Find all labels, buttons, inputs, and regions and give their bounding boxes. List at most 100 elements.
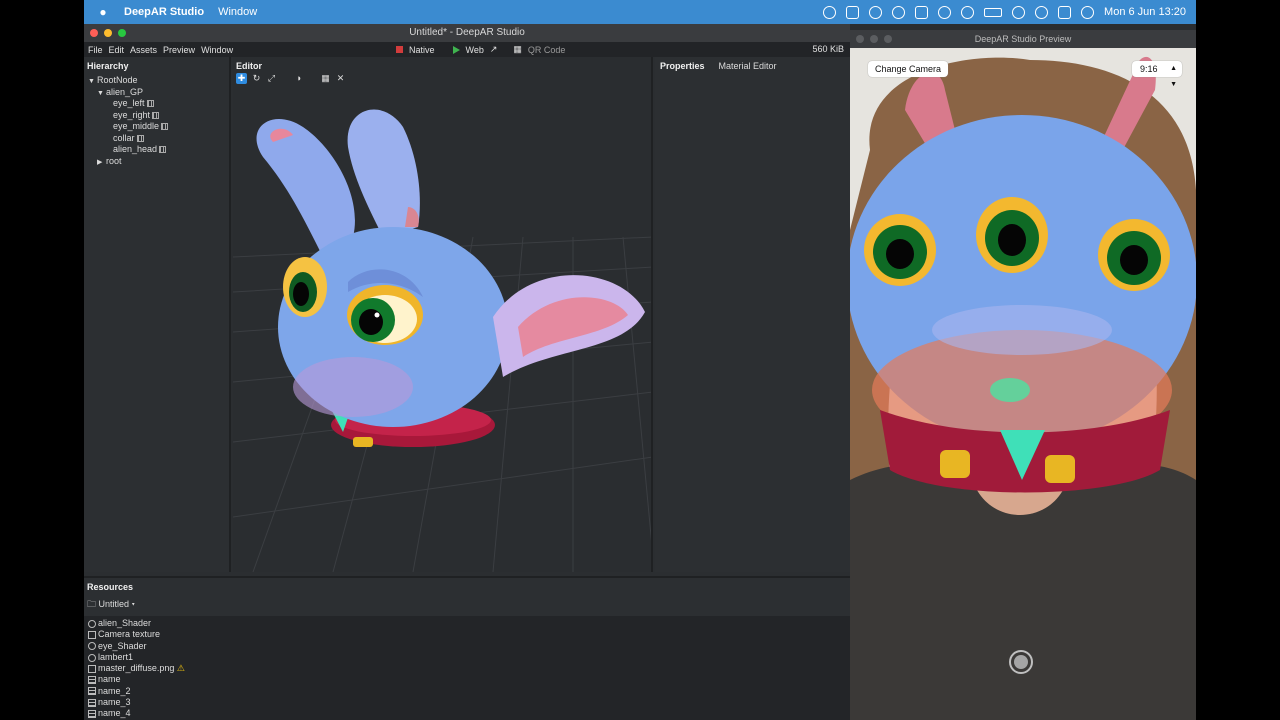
resource-item[interactable]: eye_Shader [84, 641, 850, 652]
tree-node-eye-left[interactable]: eye_left [88, 98, 229, 110]
studio-window: Untitled* - DeepAR Studio File Edit Asse… [84, 24, 850, 720]
image-icon [88, 664, 96, 673]
scale-tool-icon[interactable]: ⤢ [266, 73, 277, 84]
siri-icon[interactable] [1081, 5, 1095, 19]
folder-icon [88, 630, 96, 639]
alien-model[interactable] [256, 109, 645, 447]
close-icon[interactable] [90, 29, 98, 37]
bluetooth-icon[interactable] [961, 5, 975, 19]
play-icon[interactable] [452, 45, 460, 54]
grid-icon[interactable]: ▦ [320, 73, 331, 84]
tree-label: collar [113, 132, 135, 143]
wifi-icon[interactable] [1012, 5, 1026, 19]
resource-label: master_diffuse.png [98, 663, 175, 674]
cloud-icon[interactable] [846, 5, 860, 19]
traffic-lights [90, 29, 126, 37]
menu-file[interactable]: File [88, 45, 103, 55]
tree-label: eye_left [113, 98, 145, 108]
desktop-screen: ● DeepAR Studio Window Mon 6 Jun 13:20 U… [84, 0, 1196, 720]
resources-list: alien_Shader Camera texture eye_Shader l… [84, 616, 850, 720]
native-button[interactable]: Native [409, 45, 435, 55]
status-area: Mon 6 Jun 13:20 [823, 0, 1186, 24]
resource-item[interactable]: Camera texture [84, 629, 850, 640]
macos-menubar: ● DeepAR Studio Window Mon 6 Jun 13:20 [84, 0, 1196, 24]
capture-button[interactable] [1009, 650, 1033, 674]
tree-node-alien-head[interactable]: alien_head [88, 144, 229, 156]
move-tool-icon[interactable]: ✚ [236, 73, 247, 84]
resource-item[interactable]: name_4 [84, 708, 850, 719]
menu-assets[interactable]: Assets [130, 45, 157, 55]
brightness-icon[interactable] [938, 5, 952, 19]
menubar-clock[interactable]: Mon 6 Jun 13:20 [1104, 6, 1186, 18]
mesh-icon [88, 687, 96, 696]
mesh-icon [88, 710, 96, 718]
eye-icon[interactable] [892, 5, 906, 19]
aspect-ratio-value: 9:16 [1140, 64, 1158, 74]
app-menubar: File Edit Assets Preview Window Native W… [84, 42, 850, 57]
resource-item[interactable]: name_2 [84, 686, 850, 697]
menubar-app-name[interactable]: DeepAR Studio [124, 6, 204, 18]
tree-node-collar[interactable]: collar [88, 133, 229, 145]
apple-menu-icon[interactable]: ● [96, 5, 110, 19]
minimize-icon[interactable] [870, 35, 878, 43]
control-center-icon[interactable] [1058, 5, 1072, 19]
battery-icon[interactable] [984, 7, 1003, 17]
web-button[interactable]: Web [466, 45, 484, 55]
preview-window: DeepAR Studio Preview Change Camera 9:16… [850, 30, 1196, 720]
stop-icon[interactable] [396, 46, 403, 53]
menubar-window[interactable]: Window [218, 6, 257, 18]
tab-properties[interactable]: Properties [660, 61, 705, 71]
external-link-icon[interactable]: ↗ [490, 44, 498, 55]
qr-code-button[interactable]: QR Code [528, 45, 566, 55]
aspect-ratio-select[interactable]: 9:16 ▲ ▼ [1132, 61, 1182, 88]
display-icon[interactable] [915, 5, 929, 19]
resource-item[interactable]: master_diffuse.png ⚠ [84, 663, 850, 674]
menu-edit[interactable]: Edit [109, 45, 125, 55]
mesh-icon [88, 698, 96, 707]
zoom-icon[interactable] [884, 35, 892, 43]
record-icon[interactable] [823, 5, 837, 19]
mesh-icon [88, 676, 96, 685]
menu-window[interactable]: Window [201, 45, 233, 55]
rotate-tool-icon[interactable]: ↻ [251, 73, 262, 84]
resource-item[interactable]: name [84, 674, 850, 685]
resource-label: Camera texture [98, 629, 161, 640]
project-size: 560 KiB [812, 44, 844, 54]
resources-panel: Resources 🗀 Untitled ▾ alien_Shader Came… [84, 576, 850, 720]
tree-node-alien-gp[interactable]: ▼ alien_GP [88, 87, 229, 99]
chevron-down-icon: ▾ [131, 599, 135, 609]
3d-viewport[interactable] [233, 87, 653, 572]
stepper-arrows-icon: ▲ ▼ [1170, 65, 1177, 88]
editor-panel: Editor ✚ ↻ ⤢ ◑ ▦ ✕ [233, 57, 653, 572]
search-icon[interactable] [1035, 5, 1049, 19]
mesh-icon [161, 123, 169, 131]
globe-icon[interactable]: ◑ [293, 73, 304, 84]
collapse-caret-icon[interactable]: ▶ [97, 157, 106, 169]
folder-label: Untitled [98, 599, 130, 609]
resource-item[interactable]: alien_Shader [84, 618, 850, 629]
gizmo-toolbar: ✚ ↻ ⤢ ◑ ▦ ✕ [236, 73, 346, 84]
tree-node-rootnode[interactable]: ▼ RootNode [88, 75, 229, 87]
menu-preview[interactable]: Preview [163, 45, 195, 55]
material-icon [88, 653, 96, 662]
zoom-icon[interactable] [118, 29, 126, 37]
snap-icon[interactable]: ✕ [335, 73, 346, 84]
change-camera-button[interactable]: Change Camera [868, 61, 948, 77]
tab-material-editor[interactable]: Material Editor [719, 61, 777, 71]
resources-folder-dropdown[interactable]: 🗀 Untitled ▾ [84, 596, 850, 616]
letterbox-right [1196, 0, 1280, 720]
expand-caret-icon[interactable]: ▼ [88, 76, 97, 88]
resource-item[interactable]: lambert1 [84, 652, 850, 663]
tree-label: eye_right [113, 109, 151, 120]
tree-node-root[interactable]: ▶ root [88, 156, 229, 168]
close-icon[interactable] [856, 35, 864, 43]
tree-node-eye-middle[interactable]: eye_middle [88, 121, 229, 133]
audio-icon[interactable] [869, 5, 883, 19]
resource-label: eye_Shader [98, 640, 147, 651]
qr-icon: ▦ [513, 44, 522, 54]
minimize-icon[interactable] [104, 29, 112, 37]
camera-feed [850, 30, 1196, 720]
resource-item[interactable]: name_3 [84, 697, 850, 708]
tree-node-eye-right[interactable]: eye_right [88, 110, 229, 122]
expand-caret-icon[interactable]: ▼ [97, 88, 106, 100]
